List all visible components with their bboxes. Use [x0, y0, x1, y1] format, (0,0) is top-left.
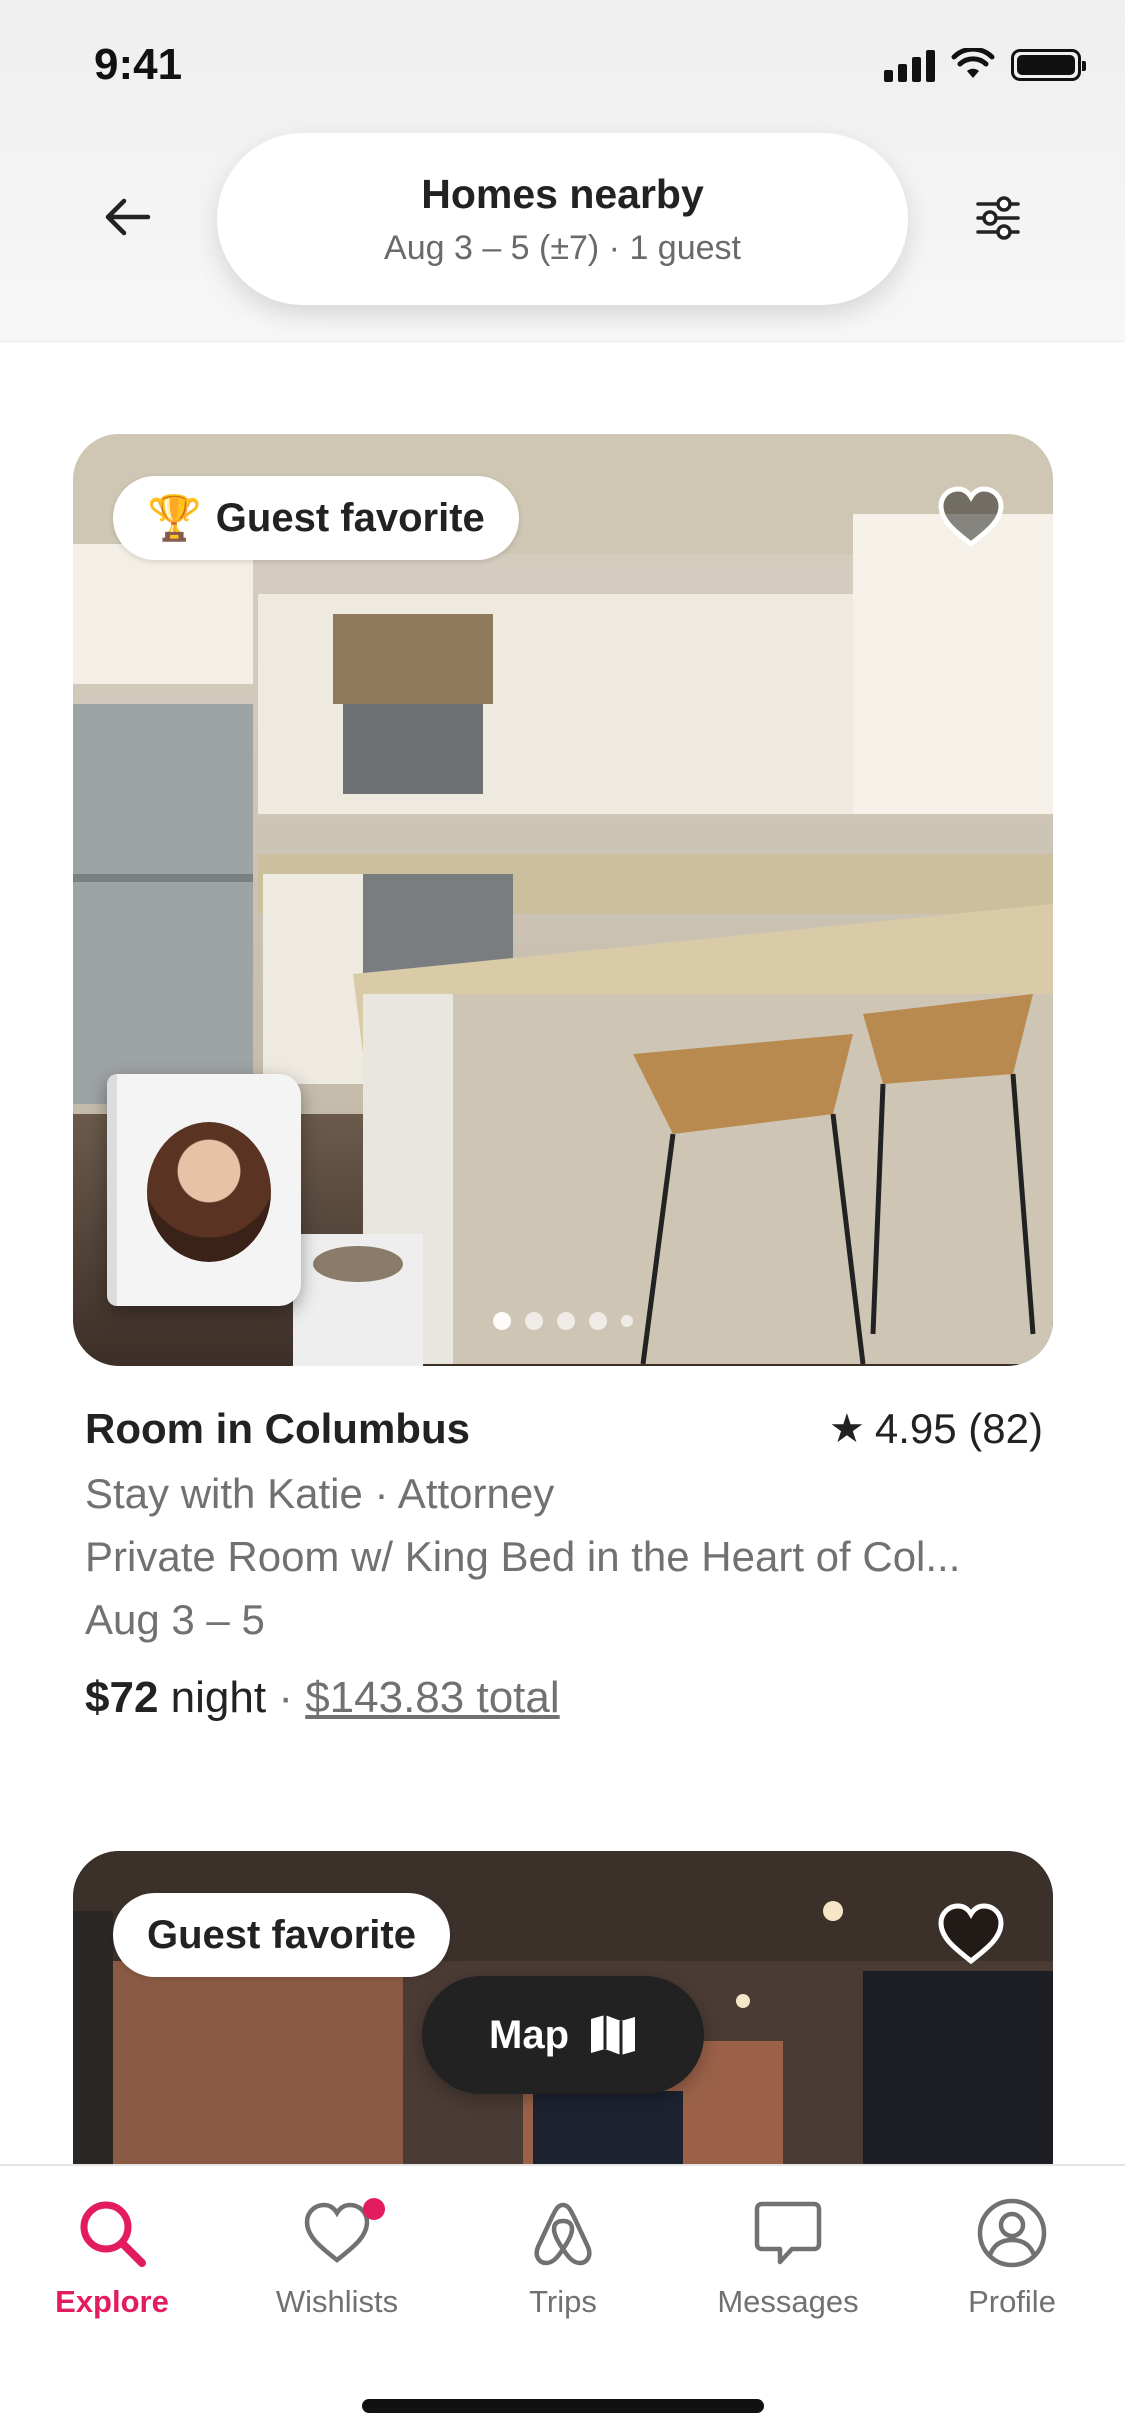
status-icons [884, 48, 1086, 82]
tab-messages[interactable]: Messages [688, 2190, 888, 2320]
bottom-tab-bar: Explore Wishlists Trips Messages Profile [0, 2164, 1125, 2436]
profile-icon [977, 2198, 1047, 2268]
map-icon [591, 2015, 635, 2055]
tab-label: Explore [55, 2284, 169, 2319]
trophy-icon: 🏆 [147, 494, 202, 543]
search-subtitle: Aug 3 – 5 (±7) · 1 guest [384, 229, 741, 267]
price-amount: $72 [85, 1673, 159, 1722]
tab-wishlists[interactable]: Wishlists [237, 2190, 437, 2320]
pagination-dot [557, 1312, 575, 1330]
notification-dot [363, 2198, 385, 2220]
total-price-link[interactable]: $143.83 total [305, 1673, 559, 1722]
airbnb-logo-icon [534, 2202, 592, 2266]
wishlist-heart-button[interactable] [933, 1897, 1009, 1973]
map-button-label: Map [489, 2012, 569, 2057]
rating-value: 4.95 (82) [874, 1405, 1043, 1452]
price-separator: · [278, 1673, 293, 1722]
home-indicator [362, 2399, 764, 2413]
badge-label: Guest favorite [215, 495, 485, 540]
search-summary-pill[interactable]: Homes nearby Aug 3 – 5 (±7) · 1 guest [217, 133, 908, 305]
photo-pagination [493, 1312, 633, 1330]
wifi-icon [951, 48, 995, 78]
badge-label: Guest favorite [147, 1912, 416, 1957]
cellular-signal-icon [884, 48, 935, 82]
host-avatar [147, 1122, 271, 1262]
wishlist-heart-button[interactable] [933, 480, 1009, 556]
host-line: Stay with Katie · Attorney [85, 1470, 555, 1517]
pagination-dot [589, 1312, 607, 1330]
listing-photo[interactable]: 🏆 Guest favorite [73, 434, 1053, 1366]
message-icon [754, 2201, 822, 2265]
tab-label: Profile [968, 2284, 1056, 2319]
back-arrow-icon [105, 198, 151, 236]
host-card[interactable] [107, 1074, 301, 1306]
battery-icon [1011, 49, 1086, 81]
tab-label: Trips [529, 2284, 597, 2319]
filters-icon [976, 196, 1020, 240]
back-button[interactable] [92, 182, 162, 252]
price-line: $72 night · $143.83 total [85, 1673, 560, 1723]
listing-title-row[interactable]: Room in Columbus ★ 4.95 (82) [85, 1405, 1043, 1453]
tab-trips[interactable]: Trips [463, 2190, 663, 2320]
star-icon: ★ [829, 1407, 865, 1451]
map-button[interactable]: Map [422, 1976, 704, 2094]
listing-rating: ★ 4.95 (82) [829, 1405, 1043, 1453]
listing-title: Room in Columbus [85, 1405, 470, 1452]
guest-favorite-badge: Guest favorite [113, 1893, 450, 1977]
tab-label: Wishlists [275, 2284, 399, 2319]
listing-description: Private Room w/ King Bed in the Heart of… [85, 1533, 961, 1580]
tab-label: Messages [717, 2284, 859, 2319]
pagination-dot [525, 1312, 543, 1330]
pagination-dot [621, 1315, 633, 1327]
listing-dates: Aug 3 – 5 [85, 1596, 265, 1643]
status-time: 9:41 [94, 40, 183, 89]
search-title: Homes nearby [421, 171, 704, 217]
tab-explore[interactable]: Explore [12, 2190, 212, 2320]
guest-favorite-badge: 🏆 Guest favorite [113, 476, 519, 560]
top-header: 9:41 Homes nearby Aug 3 – 5 (±7) · 1 gue… [0, 0, 1125, 342]
search-icon [80, 2201, 146, 2267]
filters-button[interactable] [960, 180, 1036, 256]
pagination-dot [493, 1312, 511, 1330]
price-unit: night [170, 1673, 267, 1722]
tab-profile[interactable]: Profile [912, 2190, 1112, 2320]
